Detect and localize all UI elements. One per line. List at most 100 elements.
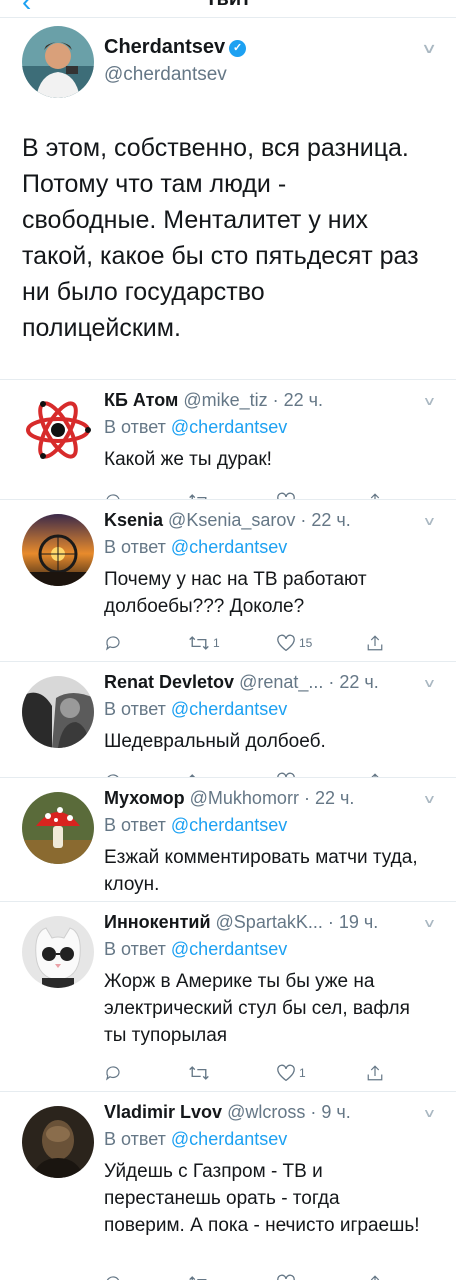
reply-context: В ответ @cherdantsev	[104, 939, 288, 959]
reply-icon	[106, 636, 120, 651]
author-handle[interactable]: @SpartakK...	[216, 912, 323, 932]
tweet-text: Жорж в Америке ты бы уже на электрически…	[104, 971, 410, 1046]
like-count: 15	[299, 636, 313, 650]
avatar[interactable]	[22, 26, 94, 98]
reply-context: В ответ @cherdantsev	[104, 699, 288, 719]
share-icon	[367, 1065, 383, 1081]
reply-context: В ответ @cherdantsev	[104, 815, 288, 835]
chevron-down-icon[interactable]: ∨	[423, 394, 437, 408]
like-button[interactable]: 1	[276, 1062, 306, 1084]
author-name[interactable]: КБ Атом	[104, 390, 178, 410]
chevron-down-icon[interactable]: ∨	[423, 916, 437, 930]
tweet-text: Шедевральный долбоеб.	[104, 731, 326, 752]
retweet-icon	[189, 1066, 209, 1080]
retweet-button[interactable]	[188, 770, 213, 777]
tweet-text: Езжай комментировать матчи туда, клоун.	[104, 847, 418, 895]
reply-header: Иннокентий @SpartakK... · 19 ч.	[104, 912, 379, 932]
author-name[interactable]: Vladimir Lvov	[104, 1102, 222, 1122]
author-name[interactable]: Renat Devletov	[104, 672, 234, 692]
author-handle[interactable]: @Mukhomorr	[190, 788, 299, 808]
chevron-down-icon[interactable]: ∨	[423, 1106, 437, 1120]
avatar[interactable]	[22, 916, 94, 988]
like-button[interactable]	[276, 770, 299, 777]
share-button[interactable]	[366, 770, 384, 777]
tweet-text: В этом, собственно, вся разница. Потому …	[22, 134, 419, 342]
chevron-down-icon[interactable]: ∨	[423, 792, 437, 806]
author-handle[interactable]: @wlcross	[227, 1102, 305, 1122]
mention-link[interactable]: @cherdantsev	[171, 815, 287, 835]
avatar[interactable]	[22, 514, 94, 586]
tweet-text: Почему у нас на ТВ работают долбоебы??? …	[104, 569, 367, 617]
reply-tweet[interactable]: Renat Devletov @renat_... · 22 ч. ∨ В от…	[0, 662, 456, 778]
retweet-button[interactable]	[188, 490, 213, 499]
like-button[interactable]	[276, 490, 299, 499]
share-button[interactable]	[366, 1272, 384, 1280]
timestamp: 22 ч.	[339, 672, 379, 692]
chevron-down-icon[interactable]: ∨	[423, 514, 437, 528]
tweet-text: Уйдешь с Газпром - ТВ и перестанешь орат…	[104, 1161, 420, 1236]
share-icon	[370, 1275, 380, 1280]
mention-link[interactable]: @cherdantsev	[171, 939, 287, 959]
author-handle[interactable]: @renat_...	[239, 672, 323, 692]
main-tweet: Cherdantsev ✓ @cherdantsev ∨ В этом, собс…	[0, 18, 456, 380]
avatar[interactable]	[22, 1106, 94, 1178]
timestamp: 22 ч.	[311, 510, 351, 530]
like-button[interactable]	[276, 1272, 299, 1280]
mention-link[interactable]: @cherdantsev	[171, 537, 287, 557]
reply-tweet[interactable]: Мухомор @Mukhomorr · 22 ч. ∨ В ответ @ch…	[0, 778, 456, 902]
reply-button[interactable]	[104, 632, 122, 654]
avatar[interactable]	[22, 394, 94, 466]
share-button[interactable]	[366, 490, 384, 499]
share-button[interactable]	[366, 632, 384, 654]
page-title: Твит	[0, 0, 456, 11]
share-button[interactable]	[366, 1062, 384, 1084]
author-handle[interactable]: @cherdantsev	[104, 64, 227, 86]
retweet-button[interactable]: 1	[188, 632, 220, 654]
reply-header: Vladimir Lvov @wlcross · 9 ч.	[104, 1102, 351, 1122]
heart-icon	[277, 634, 295, 652]
chevron-down-icon[interactable]: ∨	[421, 40, 437, 57]
share-icon	[367, 635, 383, 651]
top-bar: ‹ Твит	[0, 0, 456, 18]
reply-context: В ответ @cherdantsev	[104, 417, 288, 437]
reply-header: Ksenia @Ksenia_sarov · 22 ч.	[104, 510, 351, 530]
action-bar	[104, 1272, 404, 1280]
reply-button[interactable]	[104, 770, 122, 777]
like-count: 1	[299, 1066, 306, 1080]
retweet-button[interactable]	[188, 1062, 213, 1084]
reply-tweet[interactable]: КБ Атом @mike_tiz · 22 ч. ∨ В ответ @che…	[0, 380, 456, 500]
mention-link[interactable]: @cherdantsev	[171, 1129, 287, 1149]
author-name[interactable]: Иннокентий	[104, 912, 211, 932]
mention-link[interactable]: @cherdantsev	[171, 417, 287, 437]
action-bar	[104, 770, 404, 777]
reply-tweet[interactable]: Ksenia @Ksenia_sarov · 22 ч. ∨ В ответ @…	[0, 500, 456, 662]
reply-button[interactable]	[104, 1062, 122, 1084]
share-icon	[370, 493, 380, 499]
reply-icon	[106, 1066, 120, 1081]
like-button[interactable]: 15	[276, 632, 312, 654]
retweet-icon	[189, 636, 209, 650]
reply-button[interactable]	[104, 1272, 122, 1280]
avatar[interactable]	[22, 792, 94, 864]
action-bar: 1	[104, 1062, 404, 1084]
author-name[interactable]: Ksenia	[104, 510, 163, 530]
author-name[interactable]: Cherdantsev ✓	[104, 36, 247, 59]
timestamp: 9 ч.	[321, 1102, 351, 1122]
author-handle[interactable]: @Ksenia_sarov	[168, 510, 295, 530]
author-handle[interactable]: @mike_tiz	[183, 390, 267, 410]
reply-button[interactable]	[104, 490, 122, 499]
mention-link[interactable]: @cherdantsev	[171, 699, 287, 719]
reply-header: Мухомор @Mukhomorr · 22 ч.	[104, 788, 355, 808]
timestamp: 22 ч.	[314, 788, 355, 808]
author-name[interactable]: Мухомор	[104, 788, 185, 808]
avatar[interactable]	[22, 676, 94, 748]
retweet-button[interactable]	[188, 1272, 213, 1280]
chevron-down-icon[interactable]: ∨	[423, 676, 437, 690]
verified-badge-icon: ✓	[229, 40, 247, 57]
reply-tweet[interactable]: Иннокентий @SpartakK... · 19 ч. ∨ В отве…	[0, 902, 456, 1092]
tweet-text: Какой же ты дурак!	[104, 449, 272, 470]
reply-tweet[interactable]: Vladimir Lvov @wlcross · 9 ч. ∨ В ответ …	[0, 1092, 456, 1280]
retweet-icon	[189, 1276, 207, 1280]
reply-context: В ответ @cherdantsev	[104, 1129, 288, 1149]
heart-icon	[277, 1274, 295, 1280]
